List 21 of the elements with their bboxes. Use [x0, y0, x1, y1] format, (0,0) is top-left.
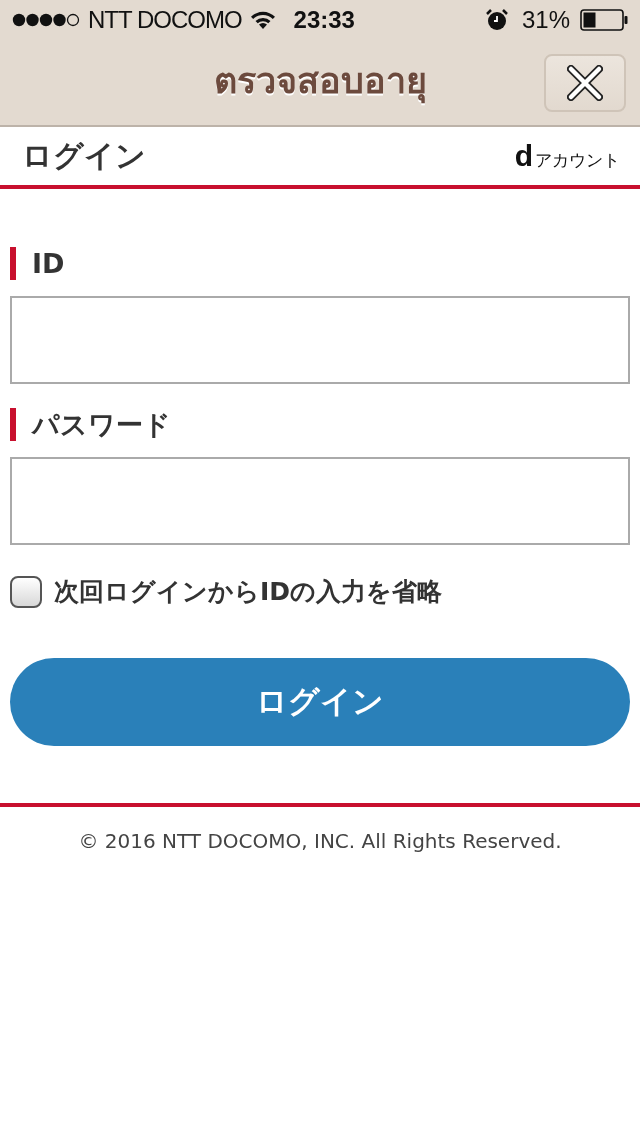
- battery-percent: 31%: [521, 6, 570, 34]
- input-field[interactable]: [10, 296, 630, 384]
- wifi-icon: [249, 10, 276, 30]
- battery-icon: [580, 9, 628, 31]
- login-title: ログイン: [22, 136, 146, 175]
- close-button[interactable]: [544, 53, 626, 112]
- close-icon: [567, 64, 603, 101]
- input-field[interactable]: [10, 457, 630, 545]
- alarm-clock-icon: [485, 9, 508, 31]
- field-label: ID: [10, 247, 630, 280]
- checkbox[interactable]: [10, 575, 42, 608]
- carrier-name: NTT DOCOMO: [88, 6, 242, 34]
- copyright-text: © 2016 NTT DOCOMO, INC. All Rights Reserved.: [78, 829, 562, 853]
- clock-time: 23:33: [293, 6, 355, 34]
- brand-logo-mark: d: [514, 139, 533, 173]
- page-title: ตรวจสอบอายุ: [213, 52, 427, 113]
- brand-label: アカウント: [535, 149, 620, 172]
- login-button[interactable]: ログイン: [10, 658, 630, 746]
- checkbox-label: 次回ログインからIDの入力を省略: [54, 576, 443, 608]
- field-label: パスワード: [10, 408, 630, 441]
- signal-icon: [12, 13, 80, 27]
